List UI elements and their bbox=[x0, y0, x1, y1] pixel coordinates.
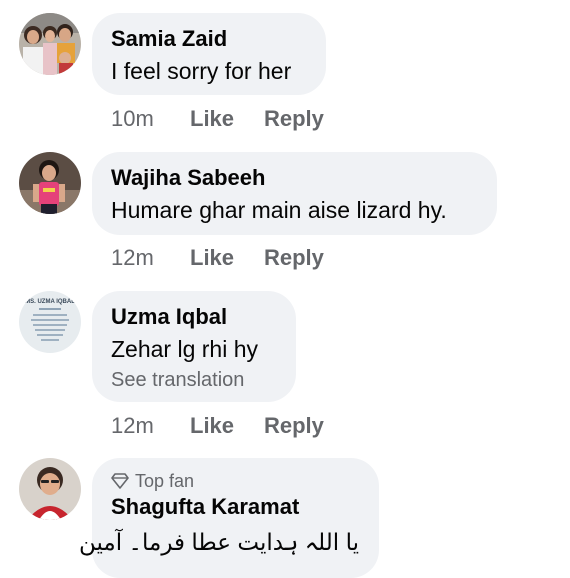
profile-photo-icon bbox=[19, 458, 81, 520]
like-button[interactable]: Like bbox=[190, 104, 234, 134]
avatar[interactable]: MS. UZMA IQBAL bbox=[19, 291, 81, 353]
reply-button[interactable]: Reply bbox=[264, 243, 324, 273]
comment-bubble: Uzma Iqbal Zehar lg rhi hy See translati… bbox=[92, 291, 296, 402]
commenter-name[interactable]: Uzma Iqbal bbox=[111, 304, 227, 330]
profile-photo-icon bbox=[19, 152, 81, 214]
top-fan-badge: Top fan bbox=[111, 470, 194, 492]
comment-timestamp[interactable]: 10m bbox=[111, 104, 154, 134]
top-fan-label: Top fan bbox=[135, 471, 195, 491]
avatar[interactable] bbox=[19, 152, 81, 214]
like-button[interactable]: Like bbox=[190, 411, 234, 441]
comment-bubble: Top fan Shagufta Karamat یا اللہ ہدایت ع… bbox=[79, 458, 379, 578]
commenter-name[interactable]: Samia Zaid bbox=[111, 26, 227, 52]
see-translation-link[interactable]: See translation bbox=[111, 368, 244, 392]
commenter-name[interactable]: Wajiha Sabeeh bbox=[111, 165, 265, 191]
reply-button[interactable]: Reply bbox=[264, 411, 324, 441]
comment-bubble: Wajiha Sabeeh Humare ghar main aise liza… bbox=[92, 152, 497, 235]
avatar[interactable] bbox=[19, 13, 81, 75]
comment-text: I feel sorry for her bbox=[111, 58, 292, 84]
comment-text: Zehar lg rhi hy bbox=[111, 336, 259, 362]
comment-text: یا اللہ ہدایت عطا فرما۔ آمین bbox=[78, 529, 359, 555]
comment-timestamp[interactable]: 12m bbox=[111, 243, 154, 273]
profile-photo-icon: MS. UZMA IQBAL bbox=[19, 291, 81, 353]
comment-timestamp[interactable]: 12m bbox=[111, 411, 154, 441]
reply-button[interactable]: Reply bbox=[264, 104, 324, 134]
profile-photo-icon bbox=[19, 13, 81, 75]
top-fan-diamond-icon bbox=[111, 473, 129, 489]
like-button[interactable]: Like bbox=[190, 243, 234, 273]
comment-bubble: Samia Zaid I feel sorry for her bbox=[92, 13, 326, 95]
commenter-name[interactable]: Shagufta Karamat bbox=[111, 494, 299, 520]
comment-text: Humare ghar main aise lizard hy. bbox=[111, 197, 447, 223]
avatar-text: MS. UZMA IQBAL bbox=[25, 299, 75, 305]
avatar[interactable] bbox=[19, 458, 81, 520]
